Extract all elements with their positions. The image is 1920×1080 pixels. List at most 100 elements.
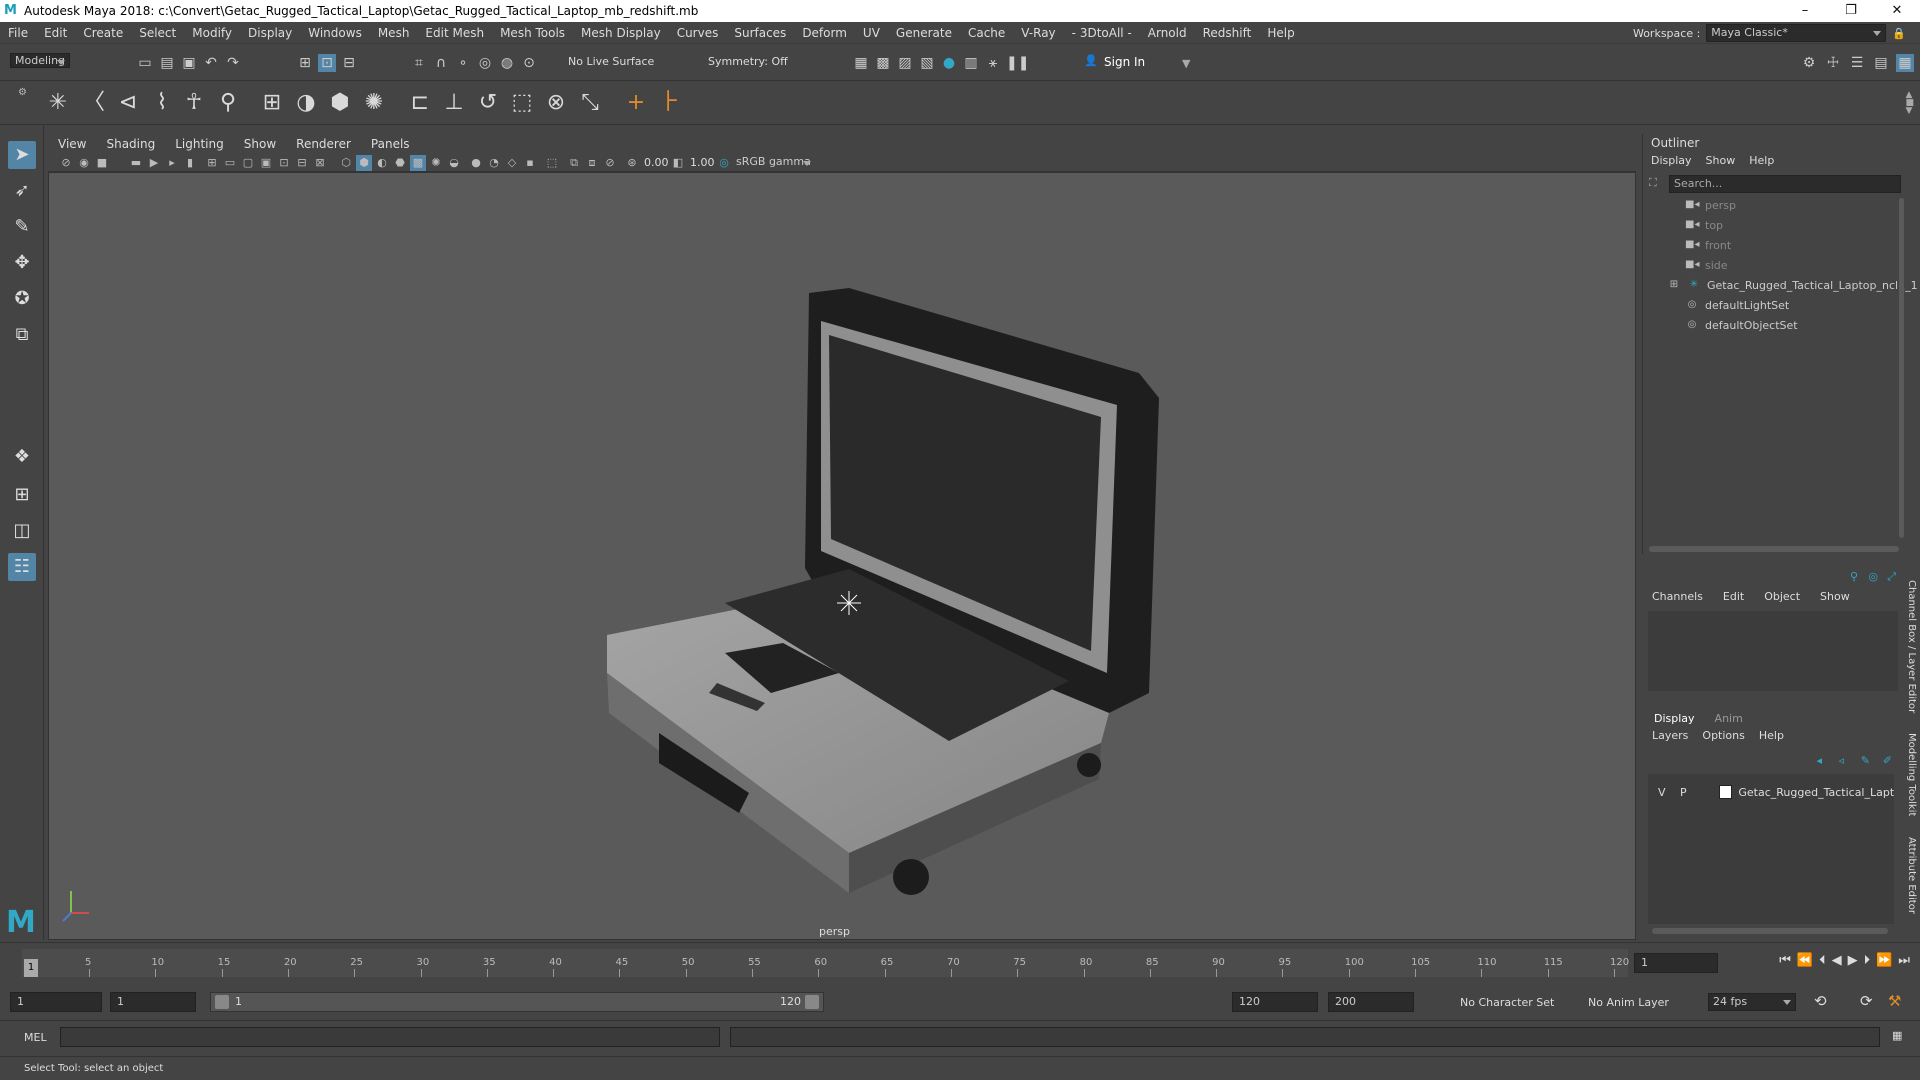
exposure-field[interactable]: 0.00 <box>644 156 669 169</box>
step-forward-key-icon[interactable]: ⏵ <box>1864 953 1871 968</box>
current-frame-marker[interactable]: 1 <box>24 959 38 977</box>
pause-icon[interactable]: ❚❚ <box>1006 54 1029 72</box>
lock-camera-icon[interactable]: ◉ <box>76 155 92 171</box>
resolution-gate-icon[interactable]: ▢ <box>240 155 256 171</box>
gamma-icon[interactable]: ◧ <box>670 155 686 171</box>
backface-culling-icon[interactable]: ⊘ <box>602 155 618 171</box>
gamma-field[interactable]: 1.00 <box>690 156 715 169</box>
channel-edit-icon[interactable]: ⤢ <box>1887 570 1896 584</box>
anti-aliasing-icon[interactable]: ◇ <box>504 155 520 171</box>
depth-of-field-icon[interactable]: ▪ <box>522 155 538 171</box>
show-manipulator-icon[interactable]: ❖ <box>8 443 36 471</box>
exposure-icon[interactable]: ⊛ <box>624 155 640 171</box>
outliner-search-input[interactable]: Search... <box>1669 175 1901 193</box>
tool-settings-icon[interactable]: ▤ <box>1872 54 1890 72</box>
auto-key-icon[interactable]: ⟳ <box>1860 992 1873 1010</box>
menu-deform[interactable]: Deform <box>794 26 855 40</box>
start-time-field[interactable]: 1 <box>10 992 102 1012</box>
snap-vertex-icon[interactable]: ⊙ <box>520 54 538 72</box>
render-view-icon[interactable]: ▦ <box>852 54 870 72</box>
rigid-bind-icon[interactable]: ✺ <box>360 89 388 117</box>
outliner-item[interactable]: ■◂ side <box>1685 256 1728 274</box>
step-back-frame-icon[interactable]: ⏪ <box>1797 953 1813 968</box>
skin-icon[interactable]: ⌇ <box>148 89 176 117</box>
xray-icon[interactable]: ⧉ <box>566 155 582 171</box>
shadows-icon[interactable]: ◒ <box>446 155 462 171</box>
two-d-pan-icon[interactable]: ▸ <box>164 155 180 171</box>
menu-redshift[interactable]: Redshift <box>1195 26 1260 40</box>
use-lights-icon[interactable]: ✺ <box>428 155 444 171</box>
layout-outliner-icon[interactable]: ☷ <box>8 553 36 581</box>
menu-surfaces[interactable]: Surfaces <box>726 26 794 40</box>
snap-grid-icon[interactable]: ⌗ <box>410 54 428 72</box>
smooth-bind-icon[interactable]: ⬢ <box>326 89 354 117</box>
channel-toolbar-icon[interactable]: ⚲ <box>1850 570 1858 583</box>
script-language-toggle[interactable]: MEL <box>24 1031 47 1044</box>
outliner-item[interactable]: ■◂ front <box>1685 236 1731 254</box>
menu-modify[interactable]: Modify <box>184 26 240 40</box>
script-editor-icon[interactable]: ▦ <box>1892 1029 1902 1042</box>
safe-title-icon[interactable]: ⊠ <box>312 155 328 171</box>
skeleton-icon[interactable]: ⚲ <box>214 89 242 117</box>
attribute-editor-icon[interactable]: ☰ <box>1848 54 1866 72</box>
menu-set-dropdown[interactable]: Modeling <box>10 53 71 68</box>
layer-playback-toggle[interactable]: P <box>1676 786 1692 799</box>
outliner-vertical-scrollbar[interactable] <box>1899 198 1904 538</box>
save-scene-icon[interactable]: ▣ <box>180 54 198 72</box>
constraint-point-icon[interactable]: ⊥ <box>440 89 468 117</box>
color-management-icon[interactable]: ◎ <box>716 155 732 171</box>
paint-select-tool-icon[interactable]: ✎ <box>8 213 36 241</box>
character-set-dropdown[interactable]: No Character Set <box>1460 996 1554 1009</box>
layer-horizontal-scrollbar[interactable] <box>1652 928 1888 934</box>
menu-mesh-display[interactable]: Mesh Display <box>573 26 669 40</box>
camera-attributes-icon[interactable]: ■ <box>94 155 110 171</box>
modeling-toolkit-icon[interactable]: ⚙ <box>1800 54 1818 72</box>
bookmarks-icon[interactable]: ▬ <box>128 155 144 171</box>
snap-view-icon[interactable]: ◎ <box>476 54 494 72</box>
cluster-icon[interactable]: ⺊ <box>656 89 684 117</box>
redo-icon[interactable]: ↷ <box>224 54 242 72</box>
outliner-horizontal-scrollbar[interactable] <box>1649 546 1899 552</box>
expand-icon[interactable]: ⊞ <box>1667 279 1681 291</box>
grid-icon[interactable]: ⊞ <box>204 155 220 171</box>
constraint-aim-icon[interactable]: ⊗ <box>542 89 570 117</box>
shelf-scroll-icon[interactable]: ▲ ■ ▼ <box>1905 91 1914 116</box>
viewport-persp[interactable]: persp <box>48 172 1636 940</box>
scale-tool-icon[interactable]: ⧉ <box>8 321 36 349</box>
current-frame-field[interactable]: 1 <box>1634 953 1718 973</box>
outliner-item[interactable]: ■◂ top <box>1685 216 1723 234</box>
joint-tool-icon[interactable]: ✳ <box>44 89 72 117</box>
locator-icon[interactable]: + <box>622 89 650 117</box>
end-time-field[interactable]: 200 <box>1328 992 1414 1012</box>
menu-select[interactable]: Select <box>131 26 184 40</box>
outliner-menu-display[interactable]: Display <box>1651 154 1692 167</box>
select-component-icon[interactable]: ⊟ <box>340 54 358 72</box>
tab-attribute-editor[interactable]: Attribute Editor <box>1906 837 1917 914</box>
layer-row[interactable]: V P Getac_Rugged_Tactical_Laptop <box>1648 782 1894 802</box>
ik-spline-icon[interactable]: ⊲ <box>114 89 142 117</box>
default-material-icon[interactable]: ◐ <box>374 155 390 171</box>
layout-four-icon[interactable]: ⊞ <box>8 481 36 509</box>
menu-file[interactable]: File <box>0 26 36 40</box>
hypershade-icon[interactable]: ● <box>940 54 958 72</box>
play-backward-icon[interactable]: ◀ <box>1832 953 1842 968</box>
sign-in-button[interactable]: Sign In <box>1104 55 1145 69</box>
menu-display[interactable]: Display <box>240 26 300 40</box>
tab-channel-box-layer-editor[interactable]: Channel Box / Layer Editor <box>1906 580 1917 713</box>
outliner-menu-show[interactable]: Show <box>1706 154 1736 167</box>
layer-menu-layers[interactable]: Layers <box>1652 729 1688 742</box>
move-layer-up-icon[interactable]: ◂ <box>1816 754 1822 767</box>
outliner-item[interactable]: ■◂ persp <box>1685 196 1736 214</box>
layer-menu-help[interactable]: Help <box>1759 729 1784 742</box>
panel-menu-panels[interactable]: Panels <box>361 137 420 151</box>
wireframe-icon[interactable]: ⬡ <box>338 155 354 171</box>
menu-edit-mesh[interactable]: Edit Mesh <box>417 26 492 40</box>
menu-uv[interactable]: UV <box>855 26 888 40</box>
textured-icon[interactable]: ▩ <box>410 155 426 171</box>
go-to-start-icon[interactable]: ⏮ <box>1779 953 1791 968</box>
filter-icon[interactable]: ⛶ <box>1649 176 1657 190</box>
isolate-select-icon[interactable]: ⬚ <box>544 155 560 171</box>
workspace-dropdown[interactable]: Maya Classic* <box>1706 24 1887 42</box>
layer-visibility-toggle[interactable]: V <box>1654 786 1670 799</box>
channel-box-icon[interactable]: ▦ <box>1896 54 1914 72</box>
